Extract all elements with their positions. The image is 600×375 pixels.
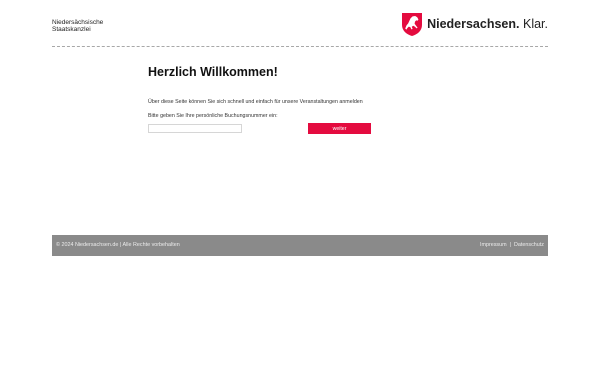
horse-crest-icon [402, 12, 423, 36]
submit-button[interactable]: weiter [308, 123, 371, 134]
intro-text: Über diese Seite können Sie sich schnell… [148, 99, 363, 105]
org-name-line1: Niedersächsische [52, 19, 104, 26]
brand-name: Niedersachsen. [427, 17, 520, 31]
copyright-text: © 2024 Niedersachsen.de | Alle Rechte vo… [56, 242, 180, 248]
page-footer: © 2024 Niedersachsen.de | Alle Rechte vo… [52, 235, 548, 256]
brand-logo[interactable]: Niedersachsen. Klar. [402, 12, 548, 36]
footer-link-separator: | [509, 242, 512, 248]
brand-text: Niedersachsen. Klar. [427, 17, 548, 31]
main-content: Herzlich Willkommen! Über diese Seite kö… [148, 65, 388, 134]
datenschutz-link[interactable]: Datenschutz [514, 242, 544, 248]
brand-claim: Klar. [522, 17, 548, 31]
booking-number-label: Bitte geben Sie Ihre persönliche Buchung… [148, 113, 278, 119]
booking-number-input[interactable] [148, 124, 242, 133]
footer-links: Impressum | Datenschutz [480, 242, 544, 248]
page-title: Herzlich Willkommen! [148, 65, 278, 79]
impressum-link[interactable]: Impressum [480, 242, 507, 248]
page-header: Niedersächsische Staatskanzlei Niedersac… [52, 0, 548, 48]
org-name: Niedersächsische Staatskanzlei [52, 19, 103, 33]
header-divider [52, 46, 548, 47]
org-name-line2: Staatskanzlei [52, 26, 91, 33]
